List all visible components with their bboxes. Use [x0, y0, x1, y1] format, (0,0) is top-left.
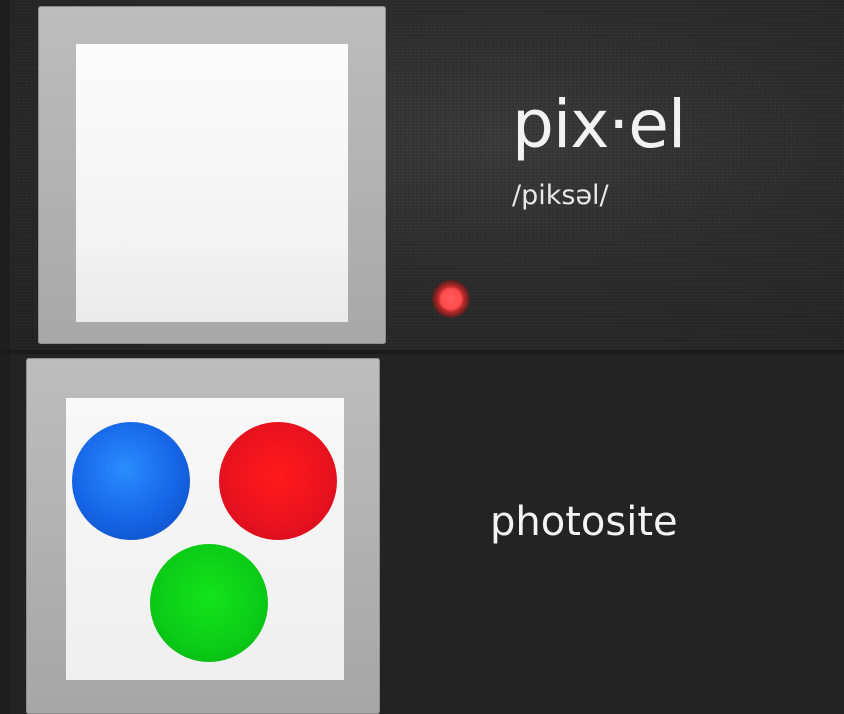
slide: pix·el /piksəl/ photosite: [0, 0, 844, 714]
pronunciation: /piksəl/: [512, 180, 609, 211]
left-edge-strip: [0, 0, 10, 714]
photosite-label: photosite: [490, 499, 678, 545]
white-pixel-swatch: [38, 6, 386, 344]
panel-divider: [0, 350, 844, 354]
blue-dot: [72, 422, 190, 540]
word-title: pix·el: [512, 86, 686, 163]
photosite-square: [66, 398, 344, 680]
green-dot: [150, 544, 268, 662]
white-square: [76, 44, 348, 322]
red-dot: [219, 422, 337, 540]
rgb-photosite-swatch: [26, 358, 380, 714]
pointer-indicator-icon: [432, 280, 470, 318]
